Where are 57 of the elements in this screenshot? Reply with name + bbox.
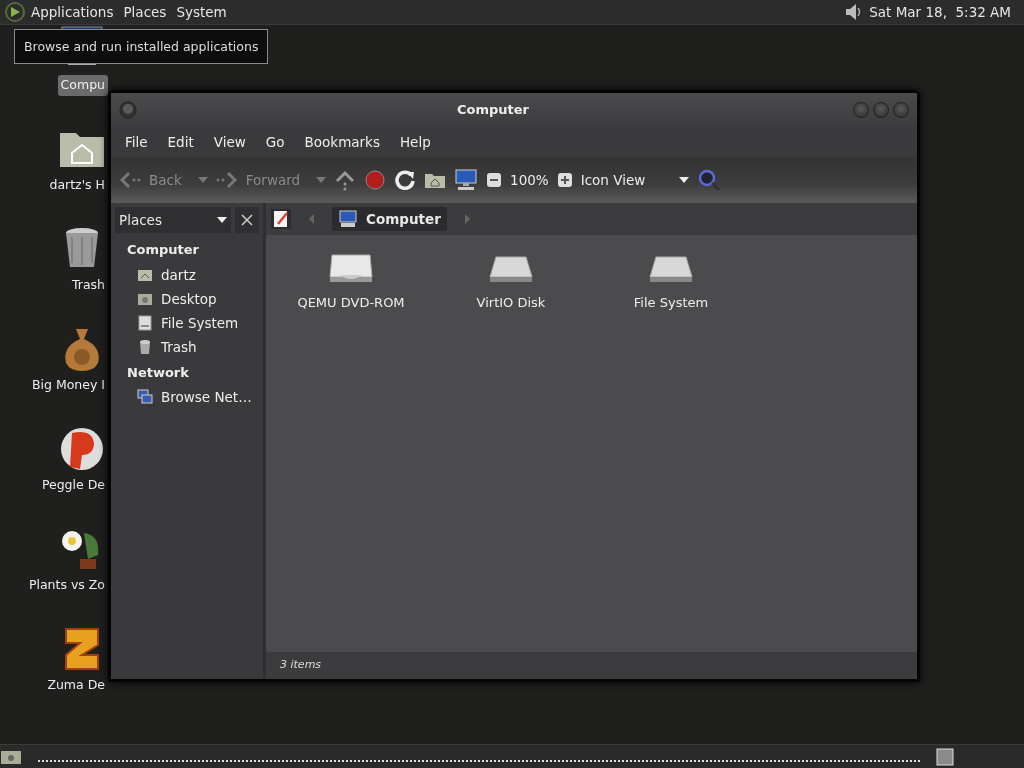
workspace-switcher[interactable]	[936, 747, 954, 766]
menu-item[interactable]: File	[115, 131, 158, 153]
panel-menu[interactable]: Places	[118, 1, 172, 23]
view-dropdown[interactable]: Icon View	[580, 169, 689, 191]
desktop-icon-label[interactable]: Peggle De	[38, 475, 108, 496]
clock[interactable]: Sat Mar 18, 5:32 AM	[864, 1, 1016, 23]
menu-item[interactable]: Help	[389, 131, 441, 153]
computer-icon[interactable]	[454, 169, 479, 191]
desktop-icon-label[interactable]: Big Money I	[28, 375, 108, 396]
forward-arrow-icon	[215, 169, 238, 191]
sidebar-item[interactable]: Desktop	[161, 288, 217, 309]
panel-menu[interactable]: Applications	[26, 1, 119, 23]
file-item-label[interactable]: QEMU DVD-ROM	[297, 293, 405, 313]
stop-icon[interactable]	[364, 169, 387, 191]
sidebar-item[interactable]: Trash	[161, 337, 197, 358]
desktop-icon-label[interactable]: Zuma De	[44, 675, 108, 696]
computer-icon	[338, 210, 358, 228]
desktop-icon-label[interactable]: Plants vs Zo	[25, 575, 108, 596]
places-selector[interactable]: Places	[115, 207, 231, 233]
edit-location-icon[interactable]	[270, 208, 292, 230]
section-heading: Network	[126, 363, 190, 382]
tooltip: Browse and run installed applications	[14, 29, 269, 64]
desktop-icon-label[interactable]: Compu	[57, 75, 108, 96]
desktop-icon-label[interactable]: Trash	[68, 275, 108, 296]
drive-icon[interactable]	[137, 315, 153, 332]
dropdown-caret-icon[interactable]	[197, 177, 208, 183]
dropdown-caret-icon	[678, 177, 689, 183]
menu-logo-icon[interactable]	[4, 1, 26, 23]
back-arrow-icon	[119, 169, 141, 191]
sidebar-item[interactable]: Browse Net…	[161, 387, 252, 408]
sidebar-item[interactable]: dartz	[161, 264, 196, 285]
dropdown-caret-icon	[217, 217, 227, 223]
desktop-icon-label[interactable]: dartz's H	[46, 175, 108, 196]
game-ball-icon[interactable]	[58, 425, 106, 473]
menu-item[interactable]: Edit	[157, 131, 204, 153]
zoom-in-icon[interactable]	[556, 172, 573, 188]
close-button[interactable]	[235, 207, 259, 233]
panel-menu[interactable]: System	[171, 1, 232, 23]
sidebar-item[interactable]: File System	[161, 313, 239, 334]
optical-drive-icon[interactable]	[328, 251, 374, 285]
menu-item[interactable]: Go	[255, 131, 295, 153]
dropdown-caret-icon[interactable]	[316, 177, 327, 183]
network-icon[interactable]	[137, 389, 153, 406]
menu-item[interactable]: View	[203, 131, 256, 153]
file-item-label[interactable]: VirtIO Disk	[476, 293, 546, 313]
window-title: Computer	[456, 101, 530, 120]
path-button[interactable]: Computer	[332, 206, 447, 232]
trash-icon[interactable]	[137, 339, 153, 356]
status-text: 3 items	[280, 657, 322, 674]
search-icon[interactable]	[696, 168, 721, 192]
menu-item[interactable]: Bookmarks	[294, 131, 390, 153]
reload-icon[interactable]	[394, 169, 417, 191]
up-arrow-icon[interactable]	[334, 169, 357, 191]
zoom-out-icon[interactable]	[486, 172, 503, 188]
section-heading: Computer	[126, 241, 201, 259]
zoom-level: 100%	[510, 170, 549, 190]
file-item-label[interactable]: File System	[633, 293, 709, 313]
